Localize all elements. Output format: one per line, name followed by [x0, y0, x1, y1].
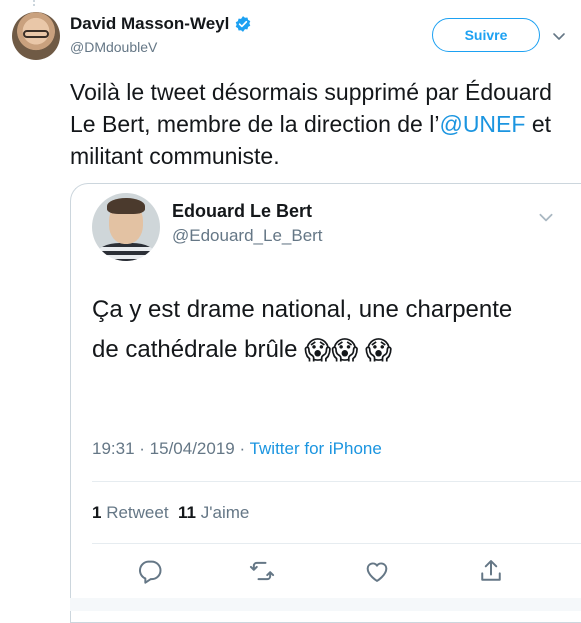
meta-separator: ·	[234, 439, 250, 458]
divider	[92, 543, 581, 544]
reply-icon[interactable]	[136, 557, 164, 585]
tweet-source[interactable]: Twitter for iPhone	[250, 439, 382, 458]
scream-emoji: 😱	[331, 335, 359, 365]
quoted-avatar[interactable]	[92, 193, 160, 261]
quoted-text-body: Ça y est drame national, une charpente d…	[92, 296, 513, 363]
avatar-glasses	[23, 30, 49, 38]
avatar-shirt	[96, 243, 156, 261]
tweet-text: Voilà le tweet désormais supprimé par Éd…	[70, 76, 570, 172]
quoted-tweet-text: Ça y est drame national, une charpente d…	[92, 290, 542, 370]
chevron-down-icon[interactable]	[551, 28, 567, 44]
retweet-icon[interactable]	[248, 557, 276, 585]
verified-badge-icon	[236, 16, 251, 32]
tweet-metadata: 19:31 · 15/04/2019 · Twitter for iPhone	[92, 439, 382, 459]
tweet-date[interactable]: 15/04/2019	[150, 439, 235, 458]
retweet-count[interactable]: 1	[92, 503, 101, 522]
avatar-hair	[107, 198, 145, 214]
card-footer-strip	[70, 598, 581, 611]
chevron-down-icon[interactable]	[537, 208, 555, 226]
heart-icon[interactable]	[363, 557, 391, 585]
quoted-handle[interactable]: @Edouard_Le_Bert	[172, 226, 323, 246]
tweet-time[interactable]: 19:31	[92, 439, 135, 458]
like-label[interactable]: J'aime	[201, 503, 250, 522]
meta-separator: ·	[134, 439, 150, 458]
author-handle[interactable]: @DMdoubleV	[70, 39, 157, 55]
scream-emoji: 😱	[304, 335, 332, 365]
like-count[interactable]: 11	[178, 503, 196, 522]
share-icon[interactable]	[477, 557, 505, 585]
avatar[interactable]	[12, 12, 60, 60]
divider	[92, 481, 581, 482]
mention-link[interactable]: @UNEF	[439, 111, 525, 137]
retweet-label[interactable]: Retweet	[106, 503, 168, 522]
quoted-display-name[interactable]: Edouard Le Bert	[172, 201, 312, 222]
author-display-name[interactable]: David Masson-Weyl	[70, 14, 229, 34]
tweet-stats: 1 Retweet 11 J'aime	[92, 503, 249, 523]
thread-connector	[33, 0, 35, 8]
scream-emoji: 😱	[365, 335, 393, 365]
follow-button[interactable]: Suivre	[432, 18, 540, 52]
author-name-row: David Masson-Weyl	[70, 14, 252, 34]
